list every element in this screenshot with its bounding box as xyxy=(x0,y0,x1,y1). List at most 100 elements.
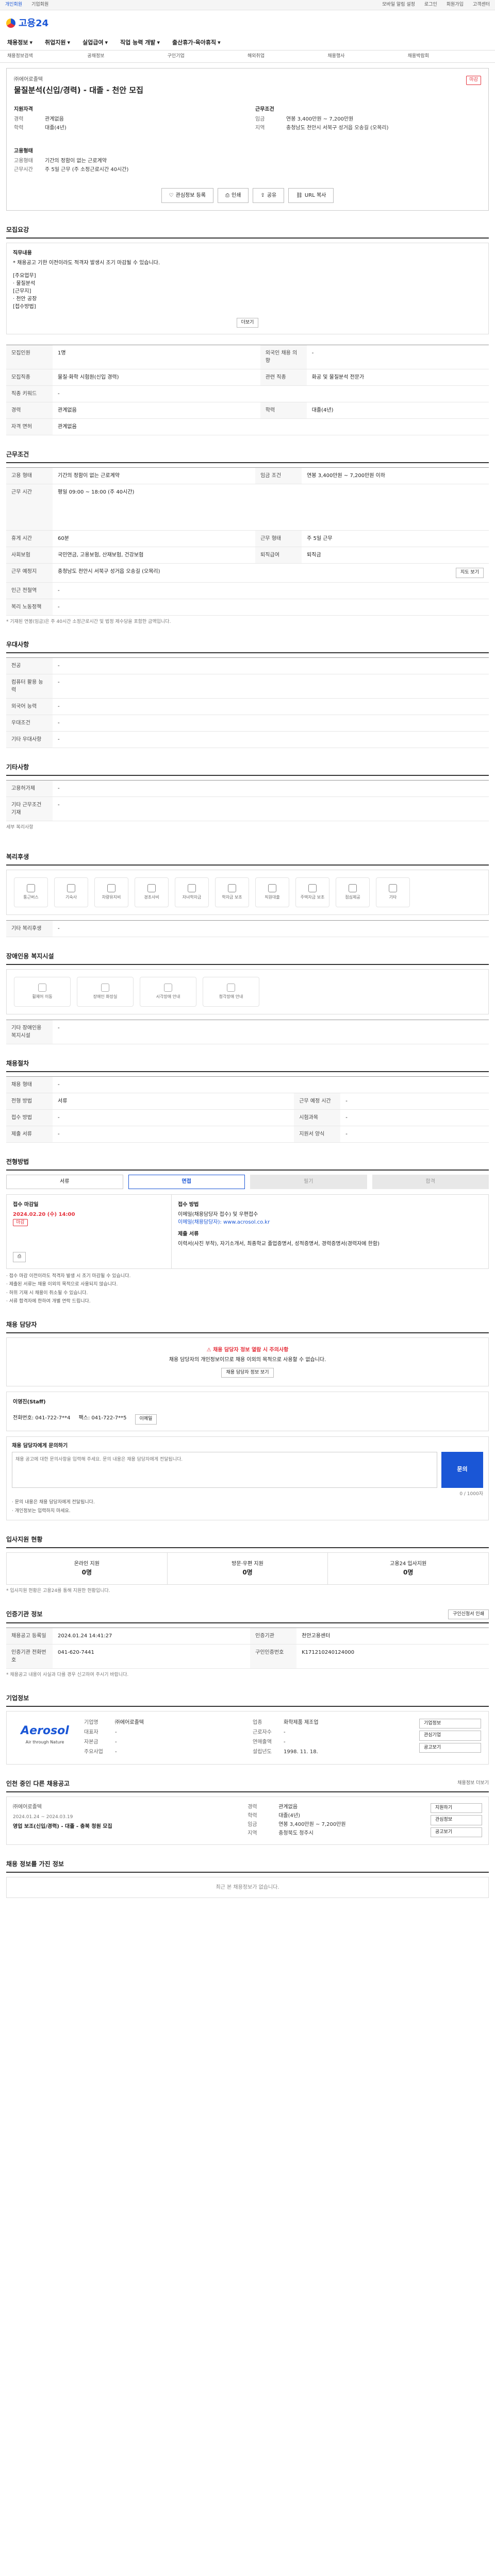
view-job-button[interactable]: 공고보기 xyxy=(431,1827,482,1837)
disabled-section-title: 장애인용 복지시설 xyxy=(6,952,489,965)
nav-item-jobs[interactable]: 채용정보 ▾ xyxy=(7,39,32,47)
link-icon: ⛓ xyxy=(296,192,303,198)
welfare-icons: 통근버스 기숙사 차량유지비 경조사비 자녀학자금 학자금 보조 직원대출 주택… xyxy=(6,869,489,915)
subnav-item[interactable]: 채용정보검색 xyxy=(7,53,87,60)
welfare-item: 직원대출 xyxy=(255,877,289,907)
login-link[interactable]: 로그인 xyxy=(424,2,437,9)
personal-member-link[interactable]: 개인회원 xyxy=(5,2,22,9)
similar-job-card: ㈜에어로졸텍 2024.01.24 ~ 2024.03.19 영업 보조(신입/… xyxy=(6,1796,489,1845)
manager-warning: ⚠ 채용 담당자 정보 열람 시 주의사항 채용 담당자의 개인정보이므로 채용… xyxy=(6,1337,489,1386)
map-button[interactable]: 지도 보기 xyxy=(456,568,484,578)
duty-panel: 직무내용 * 채용공고 기한 이전이라도 적격자 발생시 조기 마감될 수 있습… xyxy=(6,242,489,334)
restroom-icon xyxy=(101,983,109,992)
eye-icon xyxy=(164,983,172,992)
home-loan-icon xyxy=(308,884,317,892)
site-logo[interactable]: 고용24 xyxy=(6,16,48,30)
step-item: 면접 xyxy=(128,1174,245,1189)
nav-item-leave[interactable]: 출산휴가·육아휴직 ▾ xyxy=(172,39,221,47)
company-member-link[interactable]: 기업회원 xyxy=(31,2,48,9)
welfare-item: 점심제공 xyxy=(336,877,370,907)
logo-mark-icon xyxy=(6,19,15,28)
applyinfo-table: 채용 형태 - 전형 방법 서류 근무 예정 시간 - 접수 방법 - 시험과목 - 제출 서… xyxy=(6,1076,489,1143)
nav-item-support[interactable]: 취업지원 ▾ xyxy=(45,39,70,47)
applyinfo-section-title: 채용절차 xyxy=(6,1059,489,1072)
header: 고용24 xyxy=(0,10,495,36)
more-icon xyxy=(389,884,397,892)
more-button[interactable]: 더보기 xyxy=(236,317,259,328)
company-interest-button[interactable]: 관심기업 xyxy=(419,1731,481,1741)
chevron-down-icon: ▾ xyxy=(157,39,160,46)
step-item: 서류 xyxy=(6,1174,123,1189)
meal-icon xyxy=(349,884,357,892)
warning-icon: ⚠ xyxy=(206,1347,211,1353)
pref-table: 전공 - 컴퓨터 활용 능력 - 외국어 능력 - 우대조건 - 기타 우대사항 - xyxy=(6,657,489,748)
copy-url-button[interactable]: ⛓ URL 복사 xyxy=(288,188,334,203)
subnav-item[interactable]: 해외취업 xyxy=(248,53,327,60)
meta-section-header: 인증기관 정보 구인신청서 인쇄 xyxy=(6,1609,489,1623)
subnav-item[interactable]: 채용박람회 xyxy=(408,53,488,60)
subnav-item[interactable]: 구인기업 xyxy=(168,53,248,60)
nav-item-benefit[interactable]: 실업급여 ▾ xyxy=(82,39,108,47)
recruit-section-title: 모집요강 xyxy=(6,225,489,239)
company-box: Aerosol Air through Nature 기업명 ㈜에어로졸텍 업종 화… xyxy=(6,1710,489,1765)
print-icon: ⎙ xyxy=(225,192,230,198)
save-interest-button[interactable]: ♡ 관심정보 등록 xyxy=(161,188,214,203)
subnav-item[interactable]: 공채정보 xyxy=(87,53,167,60)
etc-table: 고용허가제 - 기타 근무조건 기재 - xyxy=(6,780,489,821)
apply-box: 접수 마감일 2024.02.20 (수) 14:00 마감 ⎙ 접수 방법 이… xyxy=(6,1194,489,1269)
manager-box: 이영진(Staff) 전화번호: 041-722-7**4 팩스: 041-72… xyxy=(6,1392,489,1431)
disabled-icons: 휠체어 이동 장애인 화장실 시각장애 안내 청각장애 안내 xyxy=(6,969,489,1014)
print-form-button[interactable]: ⎙ xyxy=(13,1252,26,1262)
more-jobs-link[interactable]: 채용정보 더보기 xyxy=(457,1780,489,1787)
facility-item: 휠체어 이동 xyxy=(14,976,71,1007)
print-request-button[interactable]: 구인신청서 인쇄 xyxy=(448,1609,489,1619)
help-link[interactable]: 고객센터 xyxy=(473,2,490,9)
manager-section-title: 채용 담당자 xyxy=(6,1320,489,1333)
email-button[interactable]: 이메일 xyxy=(135,1414,157,1425)
interest-button[interactable]: 관심정보 xyxy=(431,1815,482,1825)
notice-link[interactable]: 모바일 알림 설정 xyxy=(382,2,415,9)
disabled-etc-table: 기타 장애인용 복지시설 - xyxy=(6,1019,489,1044)
subnav-item[interactable]: 채용행사 xyxy=(327,53,407,60)
heart-icon: ♡ xyxy=(169,192,174,198)
facility-item: 시각장애 안내 xyxy=(140,976,196,1007)
similar-job-title[interactable]: 영업 보조(신입/경력) - 대졸 - 충북 청원 모집 xyxy=(13,1823,237,1831)
step-item: 필기 xyxy=(250,1174,367,1189)
house-icon xyxy=(67,884,75,892)
similar-section-header: 인천 중인 다른 채용공고 채용정보 더보기 xyxy=(6,1779,489,1792)
chevron-down-icon: ▾ xyxy=(218,39,221,46)
process-steps: 서류 면접 필기 합격 xyxy=(6,1174,489,1189)
company-section-title: 기업정보 xyxy=(6,1693,489,1707)
chevron-down-icon: ▾ xyxy=(105,39,108,46)
recent-section-title: 채용 정보를 가진 정보 xyxy=(6,1859,489,1873)
work-label: 근무조건 xyxy=(255,106,274,112)
inquiry-box: 채용 담당자에게 문의하기 문의 0 / 1000자 · 문의 내용은 채용 담… xyxy=(6,1436,489,1520)
share-icon: ⇪ xyxy=(260,192,265,198)
sub-nav: 채용정보검색 공채정보 구인기업 해외취업 채용행사 채용박람회 xyxy=(0,50,495,63)
print-button[interactable]: ⎙ 인쇄 xyxy=(218,188,249,203)
company-info-button[interactable]: 기업정보 xyxy=(419,1718,481,1728)
main-nav: 채용정보 ▾ 취업지원 ▾ 실업급여 ▾ 직업 능력 개발 ▾ 출산휴가·육아휴직 ▾ xyxy=(0,36,495,50)
company-jobs-button[interactable]: 공고보기 xyxy=(419,1742,481,1753)
company-logo: Aerosol Air through Nature xyxy=(21,1724,69,1744)
gift-icon xyxy=(147,884,156,892)
welfare-item: 주택자금 보조 xyxy=(295,877,329,907)
etc-section-title: 기타사항 xyxy=(6,762,489,776)
inquiry-send-button[interactable]: 문의 xyxy=(441,1451,483,1488)
meta-table: 채용공고 등록일 2024.01.24 14:41:27 인증기관 천안고용센터 인증… xyxy=(6,1628,489,1669)
apply-button[interactable]: 지원하기 xyxy=(431,1803,482,1813)
company-name[interactable]: ㈜에어로졸텍 xyxy=(14,76,143,83)
signup-link[interactable]: 회원가입 xyxy=(447,2,464,9)
money-icon xyxy=(268,884,276,892)
inquiry-textarea[interactable] xyxy=(12,1451,437,1488)
welfare-item: 자녀학자금 xyxy=(175,877,209,907)
share-button[interactable]: ⇪ 공유 xyxy=(253,188,285,203)
ear-icon xyxy=(227,983,235,992)
graduation-icon xyxy=(228,884,236,892)
deadline-value: 2024.02.20 (수) 14:00 xyxy=(13,1211,75,1217)
view-manager-button[interactable]: 채용 담당자 정보 보기 xyxy=(221,1367,274,1378)
nav-item-training[interactable]: 직업 능력 개발 ▾ xyxy=(120,39,160,47)
process-notes: · 접수 마감 이전이라도 적격자 발생 시 조기 마감될 수 있습니다. · … xyxy=(6,1273,131,1304)
type-label: 고용형태 xyxy=(14,148,33,154)
job-summary: ㈜에어로졸텍 물질분석(신입/경력) - 대졸 - 천안 모집 마감 지원자격 … xyxy=(6,68,489,211)
